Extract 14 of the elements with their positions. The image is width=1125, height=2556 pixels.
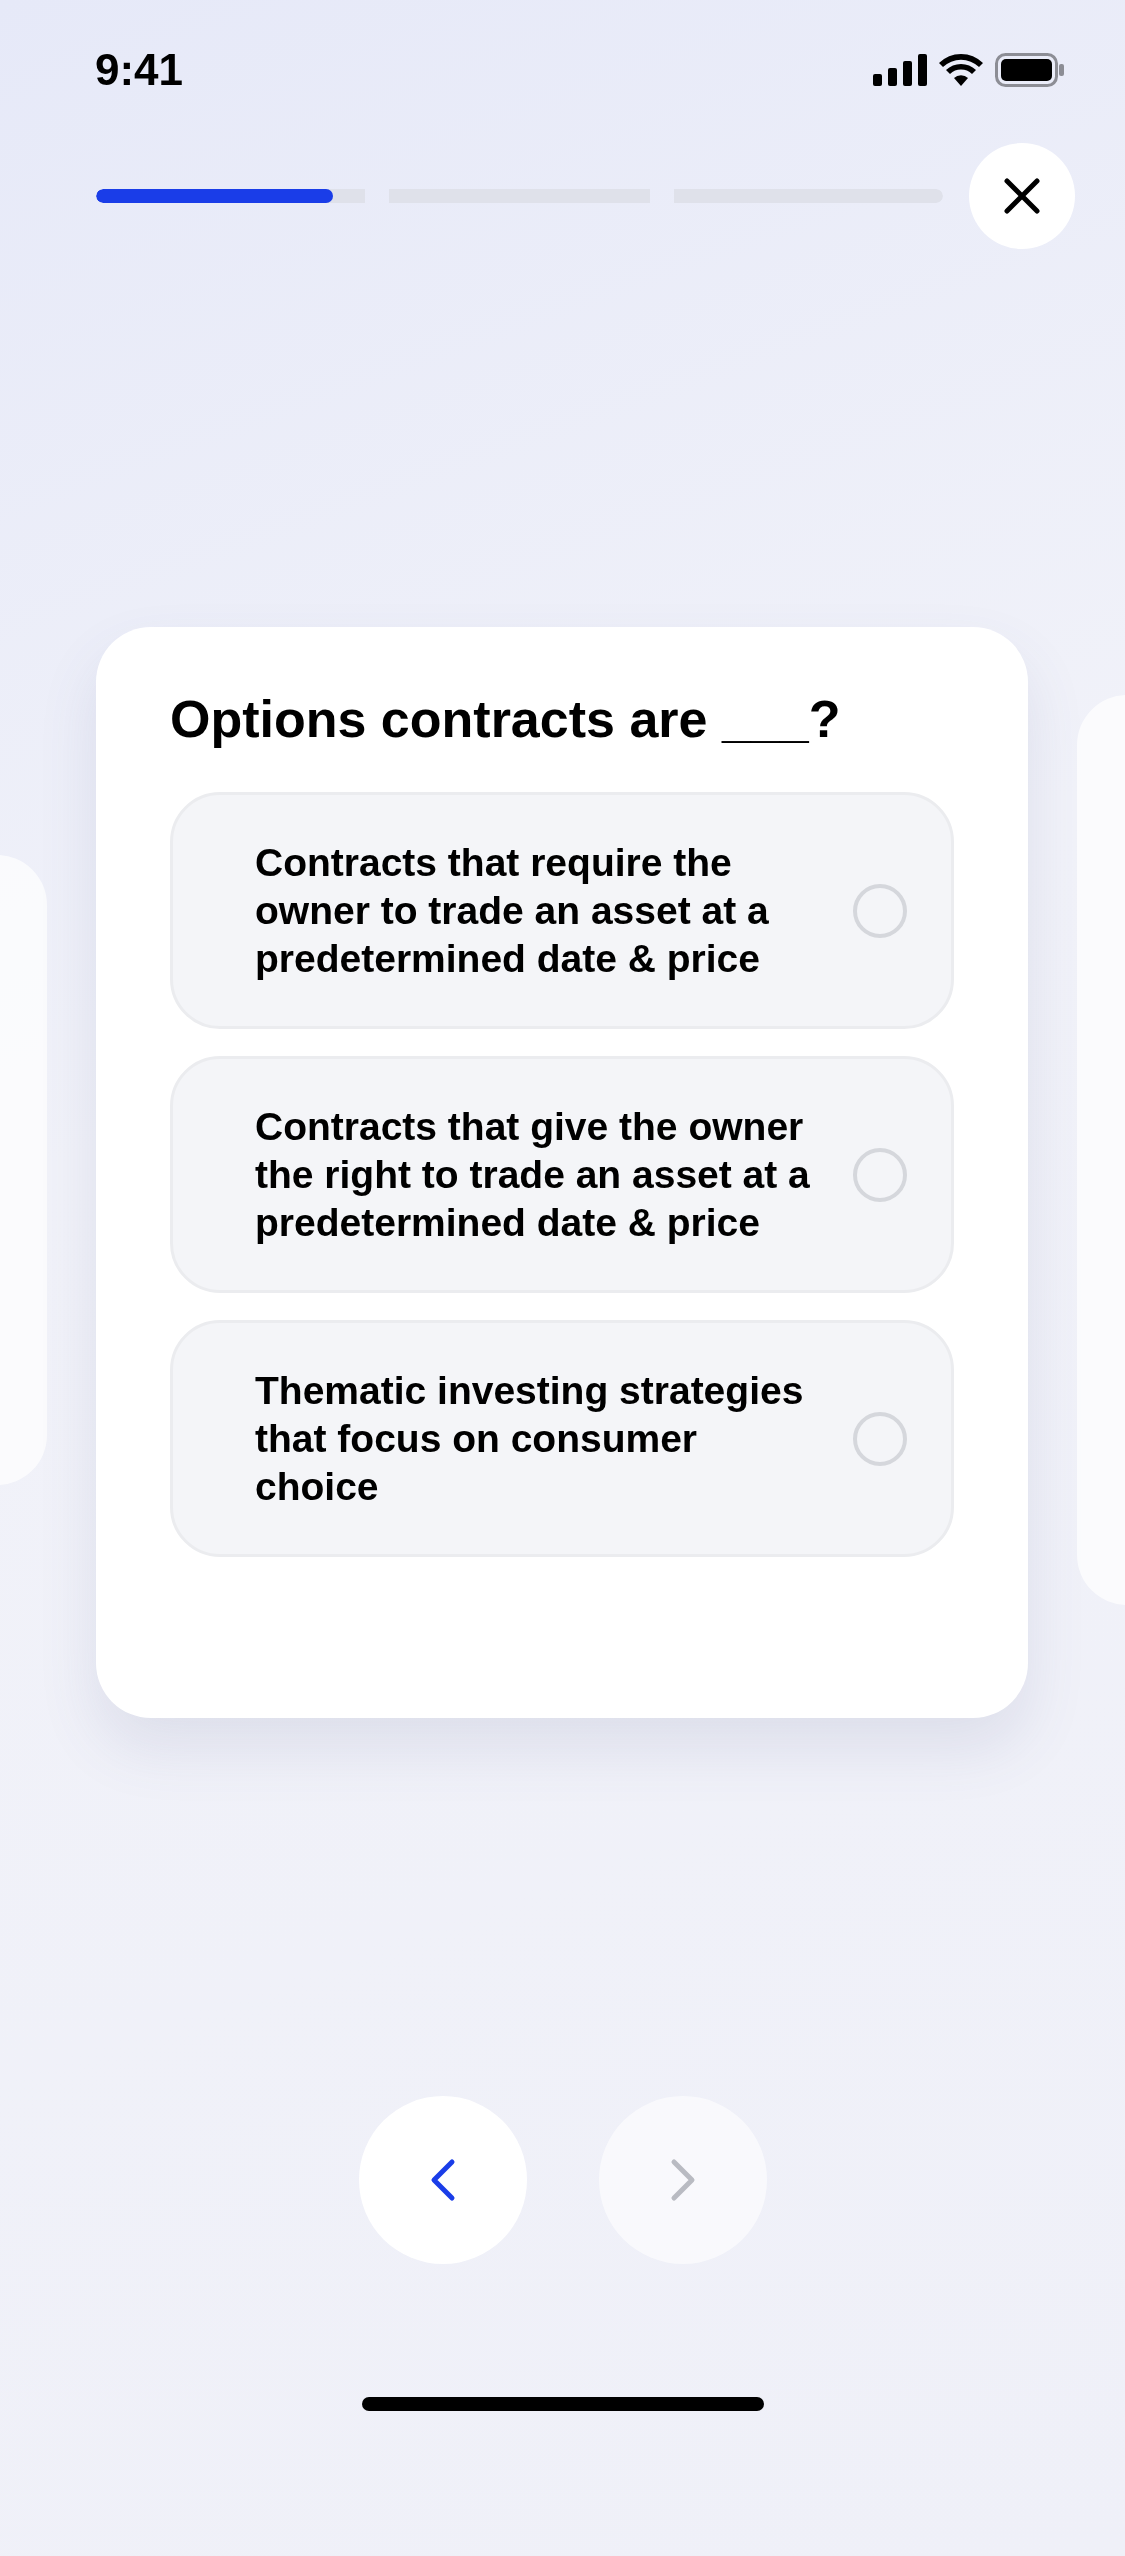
question-title: Options contracts are ___? — [170, 689, 842, 749]
status-time: 9:41 — [95, 45, 184, 95]
wifi-icon — [939, 54, 983, 86]
radio-button[interactable] — [853, 1147, 907, 1202]
signal-icon — [873, 54, 927, 86]
chevron-left-icon — [429, 2158, 456, 2202]
answer-option[interactable]: Contracts that require the owner to trade an asset at a predetermined date & price — [170, 792, 954, 1029]
radio-button[interactable] — [853, 883, 907, 938]
radio-button[interactable] — [853, 1411, 907, 1466]
chevron-right-icon — [669, 2158, 696, 2202]
answer-option[interactable]: Thematic investing strategies that focus on consumer choice — [170, 1320, 954, 1557]
close-icon — [1002, 176, 1042, 216]
answer-option[interactable]: Contracts that give the owner the right to trade an asset at a predetermined date & price — [170, 1056, 954, 1293]
battery-icon — [995, 53, 1065, 87]
